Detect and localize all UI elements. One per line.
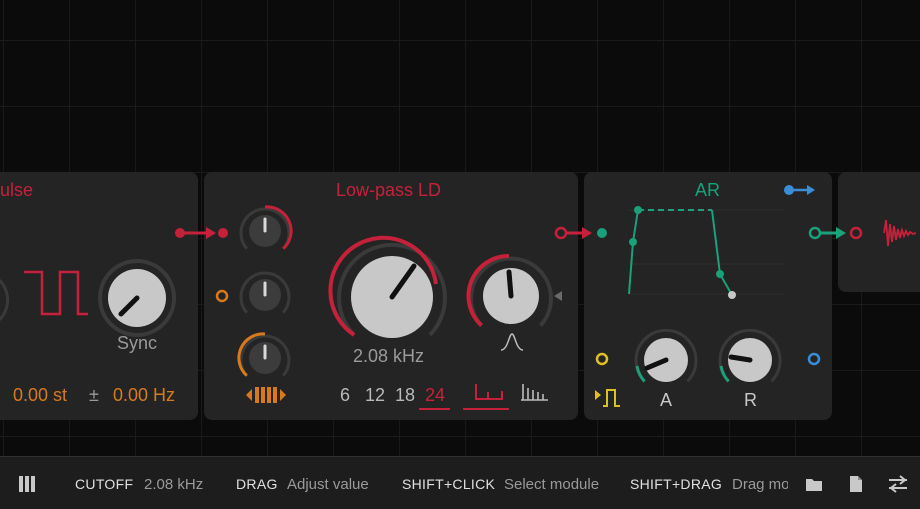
file-icon[interactable] (848, 475, 864, 493)
status-shift-drag-key: SHIFT+DRAG (630, 476, 723, 492)
slope-18[interactable]: 18 (395, 385, 415, 406)
slope-12[interactable]: 12 (365, 385, 385, 406)
small-knob-3[interactable] (237, 330, 293, 386)
folder-icon[interactable] (805, 476, 823, 492)
frequency-value[interactable]: 0.00 Hz (113, 385, 175, 406)
attack-label: A (660, 390, 673, 410)
status-shift-click-value: Select module (504, 476, 600, 493)
status-shift-drag-value: Drag mo (732, 476, 788, 493)
keyboard-tracking-icon[interactable] (244, 384, 288, 406)
settings-icon[interactable] (888, 475, 908, 493)
sync-knob[interactable] (97, 258, 177, 338)
lowpass-mod-input-port[interactable] (215, 289, 229, 303)
slope-24[interactable]: 24 (425, 385, 445, 406)
small-knob-1[interactable] (237, 203, 293, 259)
status-bar: CUTOFF 2.08 kHz DRAG Adjust value SHIFT+… (0, 456, 920, 509)
noise-icon (883, 219, 917, 247)
ar-output-blue-icon[interactable] (783, 183, 817, 197)
slope-24-underline (419, 408, 450, 410)
status-param-key: CUTOFF (75, 476, 134, 492)
gate-input-port[interactable] (595, 352, 609, 366)
pulse-title: ulse (0, 180, 34, 200)
pitch-value[interactable]: 0.00 st (13, 385, 67, 406)
status-param-value: 2.08 kHz (144, 476, 204, 493)
pulse-to-lowpass-cable[interactable] (170, 223, 230, 243)
pulse-module[interactable]: ulse Sync 0.00 st ± 0.00 Hz (0, 172, 198, 420)
ar-title: AR (695, 180, 721, 200)
lowpass-to-ar-cable[interactable] (552, 223, 612, 243)
ar-to-next-cable[interactable] (806, 223, 866, 243)
attack-knob[interactable] (634, 328, 698, 392)
release-label: R (744, 390, 757, 410)
resonance-knob[interactable] (466, 253, 553, 338)
plus-minus-symbol: ± (89, 385, 99, 405)
panels-icon[interactable] (18, 475, 36, 493)
pulse-left-knob-edge[interactable] (0, 270, 10, 330)
status-shift-click-key: SHIFT+CLICK (402, 476, 496, 492)
modulation-arrow-icon[interactable] (552, 290, 564, 302)
release-knob[interactable] (718, 328, 782, 392)
small-knob-2[interactable] (237, 267, 293, 323)
pulse-wave-icon (24, 270, 88, 316)
lowpass-title: Low-pass LD (336, 180, 442, 200)
ar-module[interactable]: AR A R (584, 172, 832, 420)
status-drag-key: DRAG (236, 476, 278, 492)
status-drag-value: Adjust value (287, 476, 369, 493)
lowpass-mode-icon[interactable] (474, 382, 504, 402)
lowpass-mode-underline (463, 408, 509, 410)
sync-label: Sync (117, 333, 158, 353)
cutoff-value: 2.08 kHz (353, 346, 425, 366)
resonance-peak-icon (500, 333, 524, 351)
lowpass-module[interactable]: Low-pass LD 2.08 kHz 6 12 18 24 (204, 172, 578, 420)
gate-icon (595, 389, 620, 407)
slope-6[interactable]: 6 (340, 385, 350, 406)
harmonics-mode-icon[interactable] (520, 382, 550, 402)
cutoff-knob[interactable] (328, 235, 447, 352)
ar-mod-output-port[interactable] (807, 352, 821, 366)
envelope-display[interactable] (624, 204, 790, 304)
